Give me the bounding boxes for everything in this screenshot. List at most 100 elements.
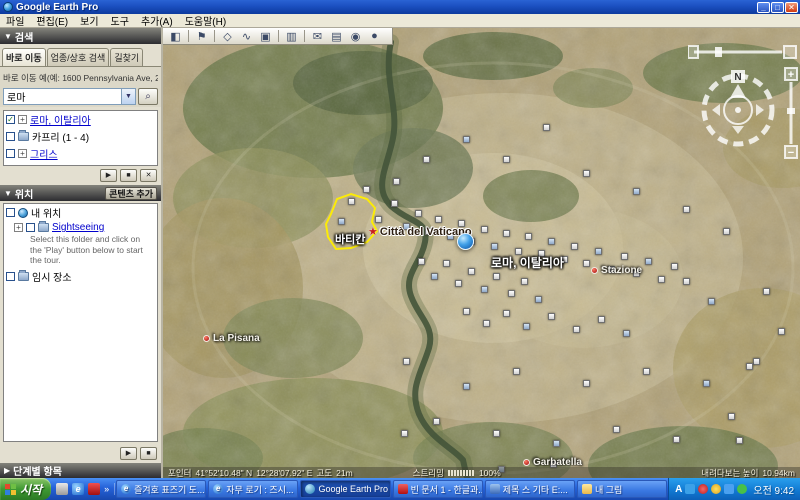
add-placemark-icon[interactable]: ⚑	[193, 30, 210, 43]
quick-launch-app-icon[interactable]	[88, 483, 100, 495]
photo-marker[interactable]	[683, 206, 690, 213]
photo-marker[interactable]	[513, 368, 520, 375]
search-input[interactable]: 로마 ▼	[3, 88, 136, 105]
photo-marker[interactable]	[535, 296, 542, 303]
layers-panel-header[interactable]: ▶ 단계별 항목	[0, 463, 161, 478]
photo-marker[interactable]	[463, 136, 470, 143]
tab-directions[interactable]: 길찾기	[110, 48, 143, 66]
taskbar-window-1[interactable]: e 즐겨호 표즈기 도...	[116, 480, 206, 498]
photo-marker[interactable]	[703, 380, 710, 387]
photo-marker[interactable]	[525, 233, 532, 240]
photo-marker[interactable]	[623, 330, 630, 337]
photo-marker[interactable]	[548, 238, 555, 245]
photo-marker[interactable]	[613, 426, 620, 433]
result-rome-link[interactable]: 로마, 이탈리아	[30, 112, 91, 127]
sightseeing-link[interactable]: Sightseeing	[52, 222, 104, 233]
expander-icon[interactable]: +	[18, 149, 27, 158]
photo-marker[interactable]	[433, 418, 440, 425]
photo-marker[interactable]	[553, 440, 560, 447]
result-greece-link[interactable]: 그리스	[30, 146, 58, 161]
email-icon[interactable]: ✉	[309, 30, 326, 43]
photo-marker[interactable]	[598, 316, 605, 323]
taskbar-window-folder[interactable]: 내 그림	[577, 480, 667, 498]
photo-marker[interactable]	[671, 263, 678, 270]
sightseeing-checkbox[interactable]	[26, 223, 35, 232]
result-checkbox[interactable]	[6, 132, 15, 141]
stop-tour-button[interactable]: ■	[120, 169, 137, 182]
minimize-button[interactable]: _	[757, 2, 770, 13]
search-input-value[interactable]: 로마	[4, 89, 121, 104]
tray-icon-1[interactable]	[685, 484, 695, 494]
sightseeing-row[interactable]: + Sightseeing	[4, 221, 157, 234]
photo-marker[interactable]	[403, 358, 410, 365]
photo-marker[interactable]	[543, 124, 550, 131]
taskbar-window-5[interactable]: 제목 스 기타 E:...	[485, 480, 575, 498]
quick-launch-overflow-chevron[interactable]: »	[104, 484, 109, 494]
menu-file[interactable]: 파일	[6, 13, 24, 28]
menu-tools[interactable]: 도구	[111, 13, 129, 28]
ime-language-indicator[interactable]: A	[675, 484, 682, 495]
result-checkbox[interactable]	[6, 149, 15, 158]
photo-marker[interactable]	[595, 248, 602, 255]
photo-marker[interactable]	[415, 210, 422, 217]
menu-help[interactable]: 도움말(H)	[185, 13, 226, 28]
play-places-tour-button[interactable]: ▶	[120, 447, 137, 460]
photo-marker[interactable]	[583, 380, 590, 387]
photo-marker[interactable]	[463, 308, 470, 315]
my-places-label[interactable]: 내 위치	[31, 205, 61, 220]
photo-marker[interactable]	[481, 286, 488, 293]
photo-marker[interactable]	[503, 156, 510, 163]
photo-marker[interactable]	[683, 278, 690, 285]
result-capri-label[interactable]: 카프리 (1 - 4)	[32, 129, 89, 144]
add-content-button[interactable]: 콘텐츠 추가	[105, 187, 157, 200]
photo-marker[interactable]	[435, 216, 442, 223]
tray-icon-5[interactable]	[737, 484, 747, 494]
search-result-row[interactable]: 카프리 (1 - 4)	[4, 128, 157, 145]
photo-marker[interactable]	[708, 298, 715, 305]
photo-marker[interactable]	[493, 273, 500, 280]
photo-marker[interactable]	[633, 188, 640, 195]
map-label-vatican-city[interactable]: ★Città del Vaticano	[368, 225, 472, 238]
photo-marker[interactable]	[455, 280, 462, 287]
photo-marker[interactable]	[673, 436, 680, 443]
photo-marker[interactable]	[393, 178, 400, 185]
photo-marker[interactable]	[521, 278, 528, 285]
show-desktop-icon[interactable]	[56, 483, 68, 495]
clear-results-button[interactable]: ✕	[140, 169, 157, 182]
photo-marker[interactable]	[583, 170, 590, 177]
map-viewport[interactable]: ◧ ⚑ ◇ ∿ ▣ ▥ ✉ ▤ ◉ ● 바티칸 ★Città del Vatic…	[163, 28, 800, 478]
add-polygon-icon[interactable]: ◇	[219, 30, 236, 43]
tab-fly-to[interactable]: 바로 이동	[2, 48, 46, 66]
photo-marker[interactable]	[658, 276, 665, 283]
photo-marker[interactable]	[443, 260, 450, 267]
temporary-places-row[interactable]: 임시 장소	[4, 268, 157, 285]
photo-marker[interactable]	[493, 430, 500, 437]
photo-marker[interactable]	[423, 156, 430, 163]
expander-icon[interactable]: +	[18, 115, 27, 124]
taskbar-window-google-earth[interactable]: Google Earth Pro	[300, 480, 390, 498]
photo-marker[interactable]	[418, 258, 425, 265]
photo-marker[interactable]	[508, 290, 515, 297]
temporary-places-checkbox[interactable]	[6, 272, 15, 281]
add-image-overlay-icon[interactable]: ▣	[257, 30, 274, 43]
tray-icon-4[interactable]	[724, 484, 734, 494]
tray-icon-2[interactable]	[698, 484, 708, 494]
photo-marker[interactable]	[573, 326, 580, 333]
result-checkbox-checked[interactable]: ✓	[6, 115, 15, 124]
start-button[interactable]: 시작	[0, 478, 51, 500]
photo-marker[interactable]	[753, 358, 760, 365]
photo-marker[interactable]	[645, 258, 652, 265]
sidebar-toggle-icon[interactable]: ◧	[167, 30, 184, 43]
search-panel-header[interactable]: ▼ 검색	[0, 28, 161, 44]
play-tour-button[interactable]: ▶	[100, 169, 117, 182]
photo-marker[interactable]	[523, 323, 530, 330]
close-button[interactable]: ✕	[785, 2, 798, 13]
menu-add[interactable]: 추가(A)	[141, 13, 173, 28]
ruler-icon[interactable]: ▥	[283, 30, 300, 43]
photo-marker[interactable]	[468, 268, 475, 275]
photo-marker[interactable]	[728, 413, 735, 420]
menu-view[interactable]: 보기	[80, 13, 98, 28]
tab-find-businesses[interactable]: 업종/상호 검색	[47, 48, 110, 66]
photo-marker[interactable]	[338, 218, 345, 225]
menu-edit[interactable]: 편집(E)	[36, 13, 68, 28]
